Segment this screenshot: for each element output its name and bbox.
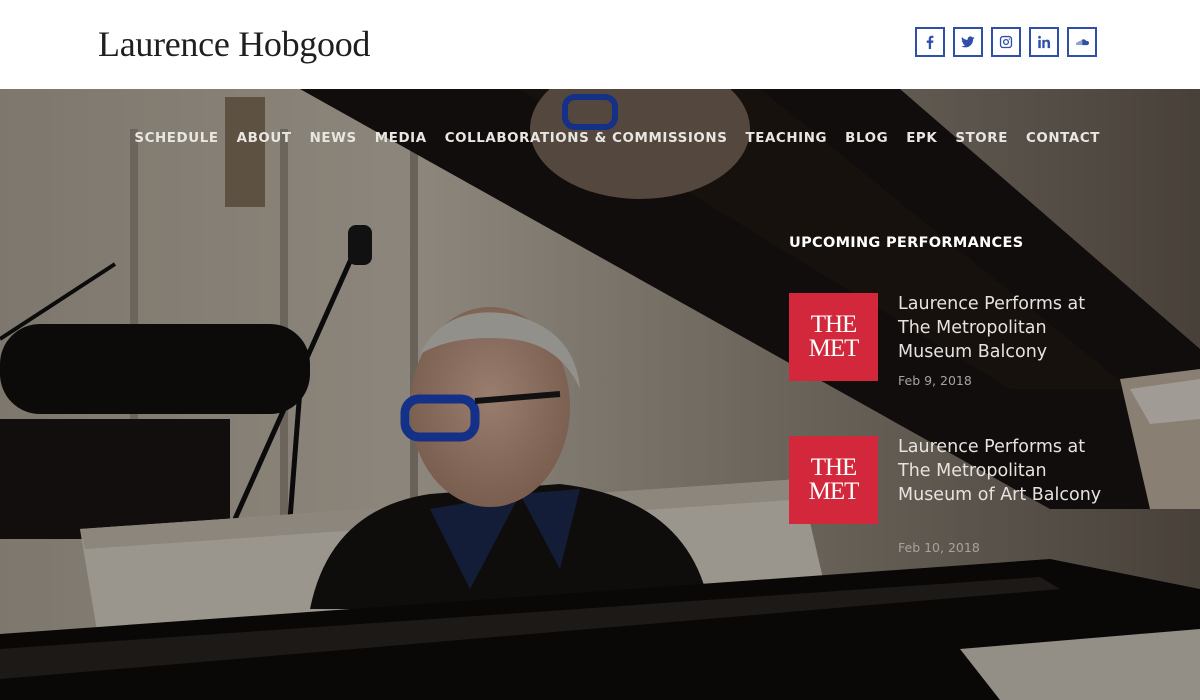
event-date: Feb 10, 2018 <box>898 540 980 555</box>
twitter-link[interactable] <box>953 27 983 57</box>
instagram-icon <box>999 35 1013 49</box>
nav-epk[interactable]: EPK <box>906 129 937 149</box>
event-title[interactable]: Laurence Performs at The Metropolitan Mu… <box>898 292 1108 364</box>
met-logo-line2: MET <box>808 335 860 362</box>
facebook-link[interactable] <box>915 27 945 57</box>
event-title[interactable]: Laurence Performs at The Metropolitan Mu… <box>898 435 1108 507</box>
upcoming-heading: UPCOMING PERFORMANCES <box>789 235 1024 251</box>
event-thumbnail[interactable]: THE MET <box>789 436 878 524</box>
nav-store[interactable]: STORE <box>955 129 1008 149</box>
soundcloud-link[interactable] <box>1067 27 1097 57</box>
nav-blog[interactable]: BLOG <box>845 129 888 149</box>
nav-collaborations[interactable]: COLLABORATIONS & COMMISSIONS <box>445 129 728 149</box>
met-logo-line2: MET <box>808 478 860 505</box>
nav-media[interactable]: MEDIA <box>375 129 427 149</box>
nav-teaching[interactable]: TEACHING <box>745 129 827 149</box>
instagram-link[interactable] <box>991 27 1021 57</box>
met-logo-line1: THE <box>810 454 858 481</box>
hero-section: SCHEDULE ABOUT NEWS MEDIA COLLABORATIONS… <box>0 89 1200 700</box>
met-logo-line1: THE <box>810 311 858 338</box>
facebook-icon <box>926 35 934 49</box>
event-thumbnail[interactable]: THE MET <box>789 293 878 381</box>
hero-overlay <box>0 89 1200 700</box>
nav-contact[interactable]: CONTACT <box>1026 129 1100 149</box>
event-date: Feb 9, 2018 <box>898 373 972 388</box>
site-title[interactable]: Laurence Hobgood <box>98 22 370 66</box>
nav-schedule[interactable]: SCHEDULE <box>134 129 218 149</box>
linkedin-link[interactable] <box>1029 27 1059 57</box>
soundcloud-icon <box>1076 39 1089 46</box>
site-header: Laurence Hobgood <box>0 0 1200 89</box>
linkedin-icon <box>1038 35 1051 49</box>
main-nav: SCHEDULE ABOUT NEWS MEDIA COLLABORATIONS… <box>134 129 1100 149</box>
nav-about[interactable]: ABOUT <box>237 129 292 149</box>
upcoming-performances: UPCOMING PERFORMANCES THE MET Laurence P… <box>789 235 1109 555</box>
twitter-icon <box>961 36 975 48</box>
social-links <box>915 27 1097 57</box>
nav-news[interactable]: NEWS <box>310 129 357 149</box>
